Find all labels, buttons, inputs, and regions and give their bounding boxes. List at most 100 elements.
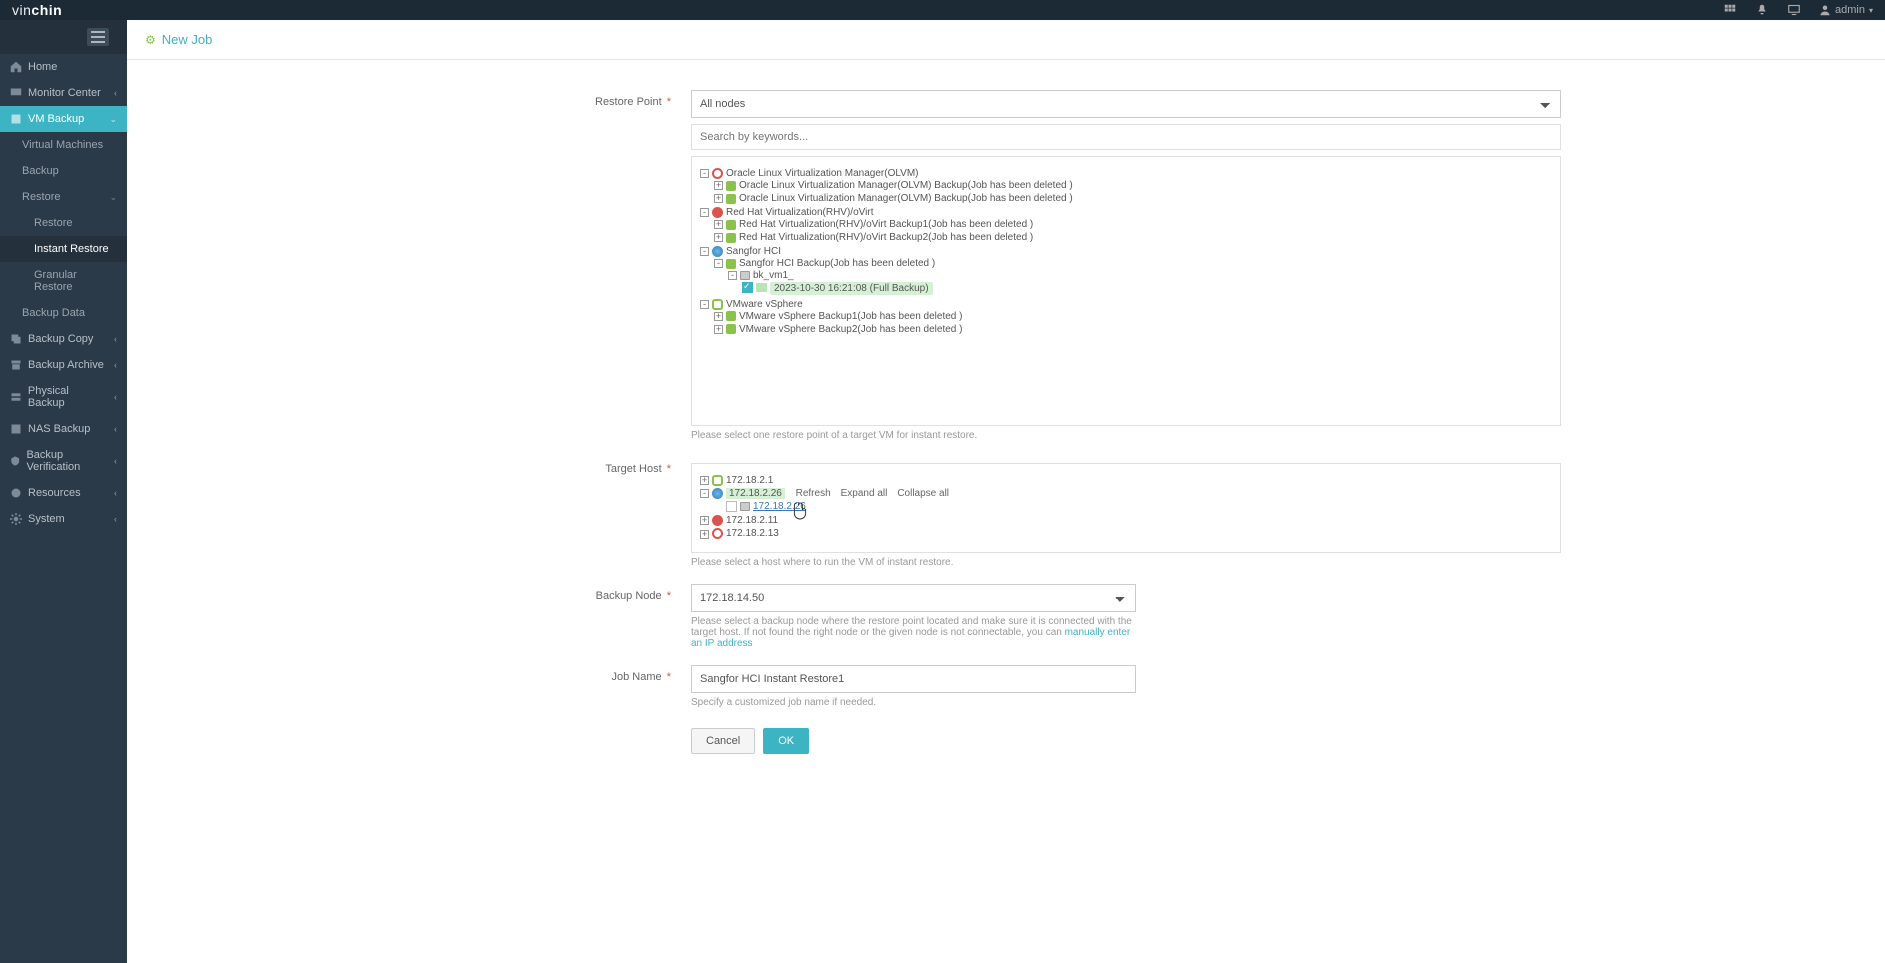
content-card: ⚙ New Job Restore Point * All nodes -Ora… [127, 20, 1885, 963]
nav-label: Backup Data [22, 307, 85, 319]
tree-node-rhv-b2[interactable]: +Red Hat Virtualization(RHV)/oVirt Backu… [714, 231, 1552, 244]
ctx-refresh[interactable]: Refresh [796, 488, 831, 499]
tree-node-olvm-b2[interactable]: +Oracle Linux Virtualization Manager(OLV… [714, 192, 1552, 205]
chevron-down-icon: ▾ [1869, 6, 1873, 15]
chevron-icon: ‹ [114, 88, 117, 98]
restore-point-hint: Please select one restore point of a tar… [691, 430, 1561, 441]
chevron-icon: ‹ [114, 334, 117, 344]
page-header: ⚙ New Job [127, 20, 1885, 60]
nas-icon [10, 423, 22, 435]
grid-icon[interactable] [1723, 3, 1737, 17]
job-name-input[interactable] [691, 665, 1136, 693]
user-menu[interactable]: admin ▾ [1819, 4, 1873, 16]
tree-node-sangfor-backup[interactable]: -Sangfor HCI Backup(Job has been deleted… [714, 257, 1552, 296]
form-area: Restore Point * All nodes -Oracle Linux … [451, 60, 1561, 804]
hamburger-icon[interactable] [87, 28, 109, 46]
nav-vm-backup[interactable]: VM Backup⌄ [0, 106, 127, 132]
nav-nas-backup[interactable]: NAS Backup ‹ [0, 416, 127, 442]
tree-node-rhv-b1[interactable]: +Red Hat Virtualization(RHV)/oVirt Backu… [714, 218, 1552, 231]
copy-icon [10, 333, 22, 345]
server-icon [10, 391, 22, 403]
nav-label: Physical Backup [28, 385, 108, 409]
tree-node-rhv[interactable]: -Red Hat Virtualization(RHV)/oVirt +Red … [700, 206, 1552, 245]
user-icon [1819, 4, 1831, 16]
ctx-collapse[interactable]: Collapse all [897, 488, 949, 499]
chevron-icon: ‹ [114, 456, 117, 466]
nav-virtual-machines[interactable]: Virtual Machines [0, 132, 127, 158]
nav-label: Backup Archive [28, 359, 104, 371]
backup-node-select[interactable]: 172.18.14.50 [691, 584, 1136, 612]
target-host-hint: Please select a host where to run the VM… [691, 557, 1561, 568]
target-host-tree: +172.18.2.1 -172.18.2.26 Refresh Expand … [691, 463, 1561, 553]
label-restore-point: Restore Point * [451, 90, 691, 108]
host-subnode[interactable]: 172.18.2.26 [714, 499, 1552, 513]
search-input[interactable] [691, 124, 1561, 150]
label-job-name: Job Name * [451, 665, 691, 683]
nav-label: NAS Backup [28, 423, 90, 435]
nav-backup-verification[interactable]: Backup Verification‹ [0, 442, 127, 480]
nav-backup-archive[interactable]: Backup Archive ‹ [0, 352, 127, 378]
ctx-expand[interactable]: Expand all [841, 488, 888, 499]
cancel-button[interactable]: Cancel [691, 728, 755, 754]
tree-node-vmware[interactable]: -VMware vSphere +VMware vSphere Backup1(… [700, 298, 1552, 337]
nav-physical-backup[interactable]: Physical Backup ‹ [0, 378, 127, 416]
row-target-host: Target Host * +172.18.2.1 -172.18.2.26 R… [451, 457, 1561, 568]
home-icon [10, 61, 22, 73]
restore-point-select[interactable]: All nodes [691, 90, 1561, 118]
backup-icon [10, 113, 22, 125]
chevron-icon: ‹ [114, 360, 117, 370]
ok-button[interactable]: OK [763, 728, 809, 754]
checked-icon[interactable] [742, 282, 753, 293]
chevron-icon: ‹ [114, 488, 117, 498]
host-node-4[interactable]: +172.18.2.13 [700, 527, 1552, 540]
chevron-icon: ‹ [114, 392, 117, 402]
tree-node-sangfor-vm[interactable]: -bk_vm1_ 2023-10-30 16:21:08 (Full Backu… [728, 269, 1552, 295]
chevron-icon: ‹ [114, 514, 117, 524]
row-job-name: Job Name * Specify a customized job name… [451, 665, 1561, 708]
nav-label: Resources [28, 487, 81, 499]
backup-node-hint: Please select a backup node where the re… [691, 616, 1136, 649]
tree-node-sangfor[interactable]: -Sangfor HCI -Sangfor HCI Backup(Job has… [700, 245, 1552, 297]
nav-label: Granular Restore [34, 269, 117, 293]
nav-backup-copy[interactable]: Backup Copy ‹ [0, 326, 127, 352]
nav-restore[interactable]: Restore⌄ [0, 184, 127, 210]
nav-label: Instant Restore [34, 243, 109, 255]
nav-resources[interactable]: Resources ‹ [0, 480, 127, 506]
brand-suffix: chin [31, 2, 62, 18]
tree-node-vmware-b1[interactable]: +VMware vSphere Backup1(Job has been del… [714, 310, 1552, 323]
verify-icon [10, 455, 20, 467]
label-backup-node: Backup Node * [451, 584, 691, 602]
nav-system[interactable]: System‹ [0, 506, 127, 532]
host-node-1[interactable]: +172.18.2.1 [700, 474, 1552, 487]
main-content: ⚙ New Job Restore Point * All nodes -Ora… [127, 20, 1885, 963]
resources-icon [10, 487, 22, 499]
nav-instant-restore[interactable]: Instant Restore [0, 236, 127, 262]
tree-node-vmware-b2[interactable]: +VMware vSphere Backup2(Job has been del… [714, 323, 1552, 336]
tree-node-olvm[interactable]: -Oracle Linux Virtualization Manager(OLV… [700, 167, 1552, 206]
sidebar-toggle-row [0, 20, 127, 54]
gear-icon [10, 513, 22, 525]
chevron-down-icon: ⌄ [109, 114, 117, 125]
sidebar: Home Monitor Center‹ VM Backup⌄ Virtual … [0, 20, 127, 963]
nav-label: Backup Copy [28, 333, 93, 345]
topbar: vinchin admin ▾ [0, 0, 1885, 20]
brand-logo: vinchin [12, 2, 62, 18]
bell-icon[interactable] [1755, 3, 1769, 17]
tree-node-sangfor-snapshot[interactable]: 2023-10-30 16:21:08 (Full Backup) [742, 281, 1552, 294]
nav-backup[interactable]: Backup [0, 158, 127, 184]
nav-monitor[interactable]: Monitor Center‹ [0, 80, 127, 106]
nav-granular-restore[interactable]: Granular Restore [0, 262, 127, 300]
row-restore-point: Restore Point * All nodes -Oracle Linux … [451, 90, 1561, 441]
unchecked-icon[interactable] [726, 501, 737, 512]
nav-restore-sub[interactable]: Restore [0, 210, 127, 236]
host-node-2[interactable]: -172.18.2.26 Refresh Expand all Collapse… [700, 487, 1552, 514]
nav-backup-data[interactable]: Backup Data [0, 300, 127, 326]
chevron-down-icon: ⌄ [109, 192, 117, 203]
screen-icon[interactable] [1787, 3, 1801, 17]
restore-point-tree: -Oracle Linux Virtualization Manager(OLV… [691, 156, 1561, 426]
brand-prefix: vin [12, 2, 31, 18]
tree-node-olvm-b1[interactable]: +Oracle Linux Virtualization Manager(OLV… [714, 179, 1552, 192]
chevron-icon: ‹ [114, 424, 117, 434]
nav-home[interactable]: Home [0, 54, 127, 80]
host-node-3[interactable]: +172.18.2.11 [700, 514, 1552, 527]
